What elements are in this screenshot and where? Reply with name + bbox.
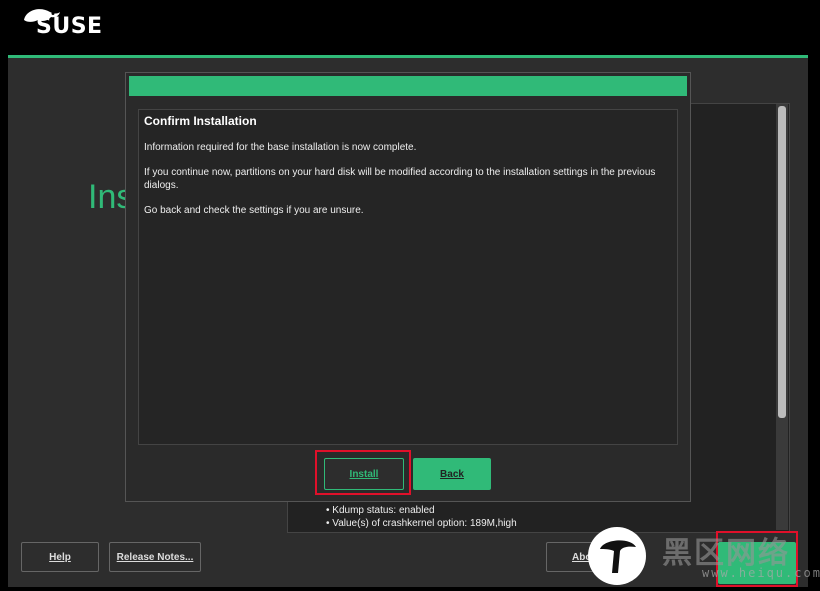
dialog-title-bar (129, 76, 687, 96)
top-header: SUSE (0, 0, 820, 56)
dialog-title: Confirm Installation (144, 114, 257, 128)
summary-line-kdump: Kdump status: enabled (326, 505, 434, 516)
confirm-installation-dialog: Confirm Installation Information require… (125, 72, 691, 502)
back-button[interactable]: Back (413, 458, 491, 490)
dialog-paragraph-1: Information required for the base instal… (144, 142, 417, 153)
dialog-paragraph-3: Go back and check the settings if you ar… (144, 205, 364, 216)
summary-line-crashkernel: Value(s) of crashkernel option: 189M,hig… (326, 518, 516, 529)
release-notes-button[interactable]: Release Notes... (109, 542, 201, 572)
summary-scrollbar-thumb[interactable] (778, 106, 786, 418)
watermark-logo-icon (588, 527, 646, 585)
dialog-content-frame: Confirm Installation Information require… (138, 109, 678, 445)
dialog-paragraph-2: If you continue now, partitions on your … (144, 167, 656, 191)
watermark-url: www.heiqu.com (702, 566, 820, 580)
suse-logo: SUSE (36, 14, 103, 39)
install-button-highlight (315, 450, 411, 495)
help-button[interactable]: Help (21, 542, 99, 572)
